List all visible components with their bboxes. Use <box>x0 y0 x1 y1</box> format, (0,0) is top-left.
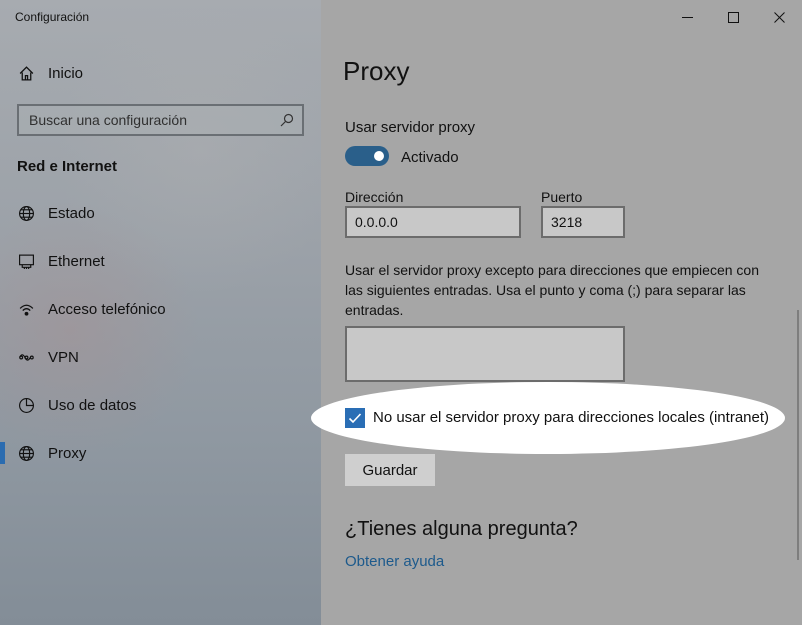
dialup-icon <box>17 300 35 318</box>
exceptions-input[interactable] <box>345 326 625 382</box>
sidebar-item-label: VPN <box>48 348 79 366</box>
minimize-button[interactable] <box>664 3 710 31</box>
globe-icon <box>17 444 35 462</box>
ethernet-icon <box>17 252 35 270</box>
search-icon <box>280 113 294 127</box>
toggle-knob <box>374 151 384 161</box>
home-icon <box>17 64 35 82</box>
vpn-icon <box>17 348 35 366</box>
active-indicator <box>0 442 5 464</box>
sidebar-item-label: Estado <box>48 204 95 222</box>
settings-window: Configuración Inicio Red e Internet Esta… <box>0 0 802 625</box>
sidebar-item-label: Ethernet <box>48 252 105 270</box>
use-proxy-toggle[interactable] <box>345 146 389 166</box>
page-title: Proxy <box>343 56 410 86</box>
use-proxy-label: Usar servidor proxy <box>345 119 476 136</box>
save-button[interactable]: Guardar <box>345 454 435 486</box>
app-title: Configuración <box>15 10 90 24</box>
sidebar-item-proxy[interactable]: Proxy <box>0 433 321 473</box>
sidebar-item-label: Proxy <box>48 444 87 462</box>
main-panel: Proxy Usar servidor proxy Activado Direc… <box>311 0 802 625</box>
scrollbar[interactable] <box>797 310 799 560</box>
sidebar-item-label: Uso de datos <box>48 396 137 414</box>
sidebar: Configuración Inicio Red e Internet Esta… <box>0 0 321 625</box>
help-link[interactable]: Obtener ayuda <box>345 553 444 570</box>
data-usage-icon <box>17 396 35 414</box>
bypass-local-label: No usar el servidor proxy para direccion… <box>373 409 770 426</box>
search-input[interactable] <box>19 112 302 128</box>
globe-status-icon <box>17 204 35 222</box>
sidebar-item-ethernet[interactable]: Ethernet <box>0 241 321 281</box>
checkmark-icon <box>348 413 362 424</box>
address-label: Dirección <box>345 189 404 205</box>
sidebar-item-home[interactable]: Inicio <box>0 53 321 93</box>
sidebar-item-acceso-telefonico[interactable]: Acceso telefónico <box>0 289 321 329</box>
sidebar-item-label: Inicio <box>48 64 84 82</box>
close-button[interactable] <box>756 3 802 31</box>
sidebar-item-label: Acceso telefónico <box>48 300 166 318</box>
port-input[interactable] <box>541 206 625 238</box>
port-label: Puerto <box>541 189 583 205</box>
question-heading: ¿Tienes alguna pregunta? <box>345 518 578 540</box>
sidebar-item-uso-de-datos[interactable]: Uso de datos <box>0 385 321 425</box>
maximize-button[interactable] <box>710 3 756 31</box>
close-icon <box>773 11 785 23</box>
maximize-icon <box>727 11 739 23</box>
toggle-state-label: Activado <box>401 149 459 166</box>
address-input[interactable] <box>345 206 521 238</box>
section-title: Red e Internet <box>17 158 118 175</box>
sidebar-item-estado[interactable]: Estado <box>0 193 321 233</box>
sidebar-item-vpn[interactable]: VPN <box>0 337 321 377</box>
bypass-local-checkbox[interactable] <box>345 408 365 428</box>
minimize-icon <box>681 16 693 18</box>
search-box[interactable] <box>17 104 304 136</box>
exceptions-description: Usar el servidor proxy excepto para dire… <box>345 262 759 318</box>
